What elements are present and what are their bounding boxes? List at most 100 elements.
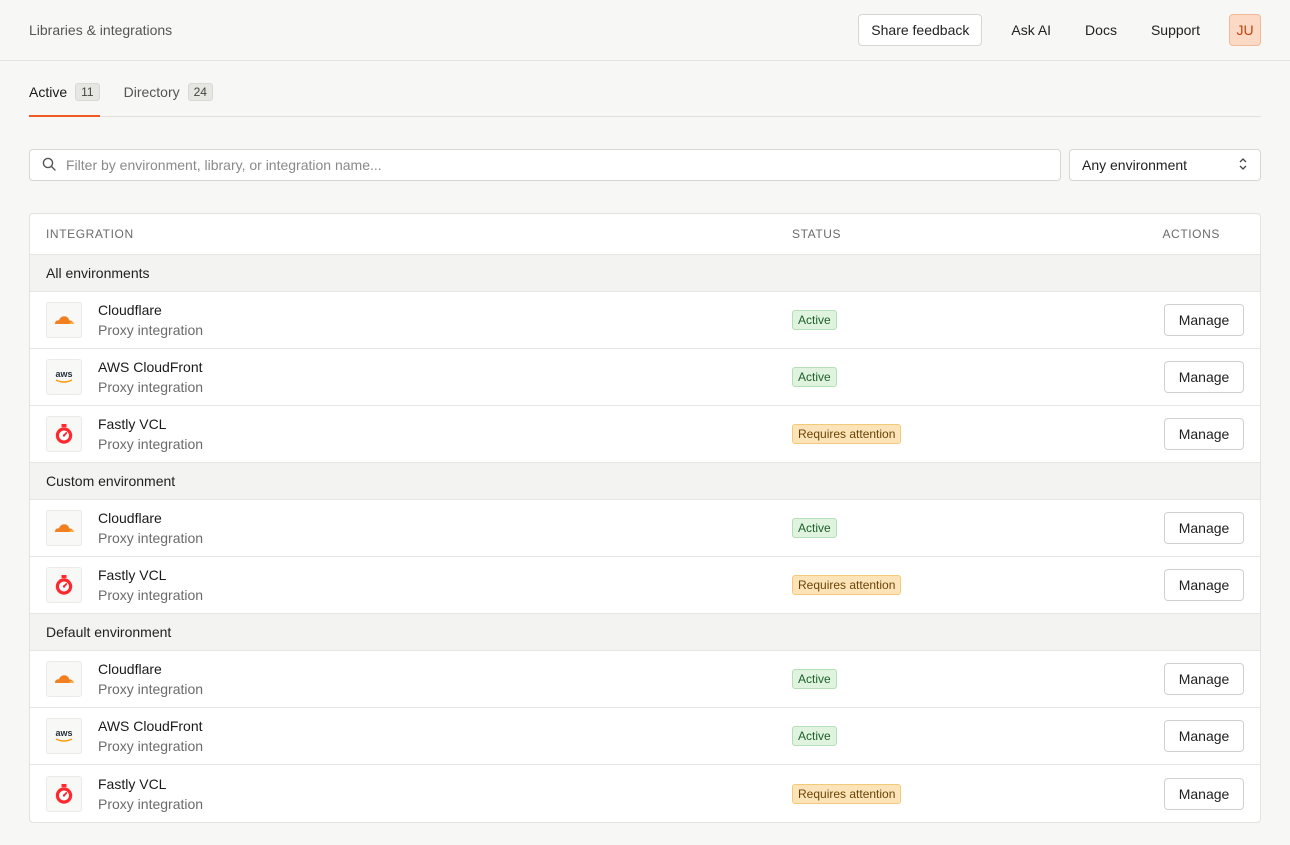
top-actions: Share feedback Ask AI Docs Support JU (858, 14, 1261, 46)
integration-name: Cloudflare (98, 661, 162, 677)
fastly-icon (46, 775, 82, 812)
integration-name: Fastly VCL (98, 775, 167, 792)
filters: Any environment (29, 149, 1261, 181)
integration-names: Cloudflare Proxy integration (98, 508, 203, 548)
manage-button[interactable]: Manage (1164, 512, 1244, 544)
table-row: Cloudflare Proxy integration Active Manage (30, 500, 1260, 557)
table-row: Fastly VCL Proxy integration Requires atte… (30, 557, 1260, 614)
search-input[interactable] (66, 151, 1060, 179)
integration-cell: Cloudflare Proxy integration (30, 300, 792, 340)
table-body: All environments Cloudflare Proxy integra… (30, 255, 1260, 822)
avatar[interactable]: JU (1229, 14, 1261, 46)
aws-logo-text: aws (55, 728, 73, 738)
integration-name: Fastly VCL (98, 567, 167, 583)
integration-names: Fastly VCL Proxy integration (98, 565, 203, 605)
integration-name: AWS CloudFront (98, 359, 203, 375)
integration-name: Fastly VCL (98, 416, 167, 432)
actions-cell: Manage (1092, 418, 1260, 450)
tab-directory-label: Directory (123, 84, 180, 100)
integration-type: Proxy integration (98, 681, 204, 697)
integration-cell: Cloudflare Proxy integration (30, 508, 792, 548)
tab-active-count: 11 (75, 83, 100, 101)
table-row: Fastly VCL Proxy integration Requires atte… (30, 406, 1260, 463)
manage-button[interactable]: Manage (1164, 361, 1244, 393)
chevron-up-down-icon (1238, 157, 1248, 174)
status-badge: Active (792, 518, 837, 538)
actions-cell: Manage (1092, 304, 1260, 336)
environment-group-name: All environments (46, 265, 150, 281)
actions-cell: Manage (1092, 720, 1260, 752)
manage-button[interactable]: Manage (1164, 569, 1244, 601)
environment-group-header: Default environment (30, 614, 1260, 651)
manage-button[interactable]: Manage (1164, 304, 1244, 336)
environment-select-value: Any environment (1082, 157, 1188, 173)
integration-names: AWS CloudFront Proxy integration (98, 716, 203, 756)
environment-group-name: Default environment (46, 624, 172, 640)
ask-ai-link[interactable]: Ask AI (1011, 22, 1051, 38)
environment-group-header: Custom environment (30, 463, 1260, 500)
column-actions: ACTIONS (1162, 227, 1220, 241)
manage-button[interactable]: Manage (1164, 777, 1244, 810)
status-cell: Requires attention (792, 575, 1092, 595)
table-row: aws AWS CloudFront Proxy integration Active… (30, 349, 1260, 406)
manage-button[interactable]: Manage (1164, 720, 1244, 752)
column-status: STATUS (792, 227, 842, 241)
status-badge: Active (792, 310, 837, 330)
table-header: INTEGRATION STATUS ACTIONS (30, 214, 1260, 255)
status-cell: Active (792, 726, 1092, 746)
integration-names: Cloudflare Proxy integration (98, 659, 203, 699)
actions-cell: Manage (1092, 663, 1260, 695)
integration-names: Cloudflare Proxy integration (98, 300, 203, 340)
search-box[interactable] (29, 149, 1061, 181)
column-integration: INTEGRATION (46, 227, 134, 241)
status-cell: Requires attention (792, 424, 1092, 444)
integration-type: Proxy integration (98, 738, 204, 754)
status-badge: Requires attention (792, 424, 902, 444)
share-feedback-button[interactable]: Share feedback (858, 14, 983, 46)
environment-group-name: Custom environment (46, 473, 176, 489)
integration-type: Proxy integration (98, 322, 204, 338)
integration-name: Cloudflare (98, 302, 162, 318)
aws-icon: aws (46, 718, 82, 754)
integration-type: Proxy integration (98, 436, 204, 452)
integration-cell: Fastly VCL Proxy integration (30, 774, 792, 814)
cloudflare-icon (46, 302, 82, 338)
integration-type: Proxy integration (98, 530, 204, 546)
integration-name: AWS CloudFront (98, 718, 203, 734)
table-row: aws AWS CloudFront Proxy integration Active… (30, 708, 1260, 765)
table-row: Cloudflare Proxy integration Active Manage (30, 651, 1260, 708)
tab-directory[interactable]: Directory 24 (124, 60, 213, 116)
integration-names: Fastly VCL Proxy integration (98, 414, 203, 454)
integration-type: Proxy integration (98, 795, 204, 812)
status-badge: Active (792, 726, 837, 746)
docs-link[interactable]: Docs (1085, 22, 1117, 38)
status-cell: Active (792, 669, 1092, 689)
manage-button[interactable]: Manage (1164, 418, 1244, 450)
table-row: Fastly VCL Proxy integration Requires atte… (30, 765, 1260, 822)
integration-names: Fastly VCL Proxy integration (98, 774, 203, 814)
actions-cell: Manage (1092, 569, 1260, 601)
cloudflare-icon (46, 510, 82, 546)
tab-directory-count: 24 (187, 83, 213, 101)
status-badge: Active (792, 669, 837, 689)
search-icon (42, 157, 56, 174)
environment-group-header: All environments (30, 255, 1260, 292)
status-cell: Requires attention (792, 783, 1092, 804)
tab-active[interactable]: Active 11 (29, 60, 100, 117)
aws-logo-text: aws (55, 369, 73, 379)
environment-select[interactable]: Any environment (1069, 149, 1261, 181)
cloudflare-icon (46, 661, 82, 697)
table-row: Cloudflare Proxy integration Active Manage (30, 292, 1260, 349)
integration-type: Proxy integration (98, 379, 204, 395)
status-cell: Active (792, 367, 1092, 387)
support-link[interactable]: Support (1151, 22, 1200, 38)
integration-cell: Cloudflare Proxy integration (30, 659, 792, 699)
status-badge: Active (792, 367, 837, 387)
integration-cell: Fastly VCL Proxy integration (30, 565, 792, 605)
fastly-icon (46, 567, 82, 603)
manage-button[interactable]: Manage (1164, 663, 1244, 695)
actions-cell: Manage (1092, 361, 1260, 393)
status-cell: Active (792, 518, 1092, 538)
aws-logo-mark: aws (55, 729, 73, 743)
integration-cell: Fastly VCL Proxy integration (30, 414, 792, 454)
